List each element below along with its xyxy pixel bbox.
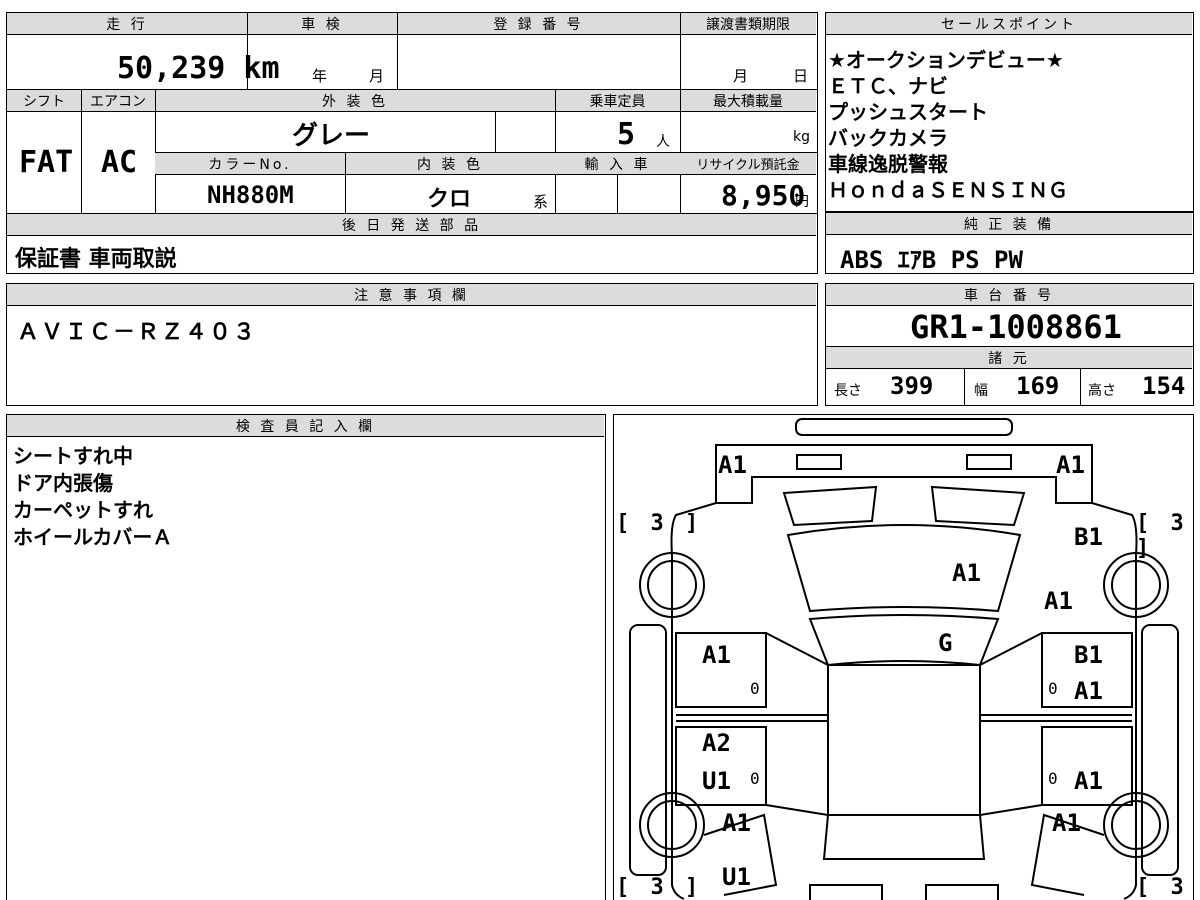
- width-value: 169: [1016, 372, 1060, 400]
- interior-suffix: 系: [533, 193, 549, 211]
- ac-label: エアコン: [81, 90, 155, 112]
- inspection-label: 車 検: [247, 13, 397, 35]
- maxload-unit: kg: [793, 129, 810, 145]
- notes-label: 注 意 事 項 欄: [7, 284, 816, 306]
- capacity-unit: 人: [656, 134, 670, 150]
- recycle-unit: 円: [795, 194, 809, 210]
- sales-line-3: プッシュスタート: [828, 100, 988, 124]
- vehicle-info-table: 走 行 車 検 登 録 番 号 譲渡書類期限 50,239 km 年 月 月 日…: [6, 12, 818, 274]
- mark-rear-left: A1: [722, 809, 751, 837]
- mark-door-rear-left-2: U1: [702, 767, 731, 795]
- notes-box: 注 意 事 項 欄 ＡＶＩＣ－ＲＺ４０３: [6, 283, 818, 406]
- mark-front-right: A1: [1056, 451, 1085, 479]
- height-label: 高さ: [1088, 383, 1116, 399]
- mark-door-rear-right: A1: [1074, 767, 1103, 795]
- shift-label: シフト: [7, 90, 81, 112]
- exterior-label: 外 装 色: [155, 90, 555, 112]
- car-diagram-box: A1 A1 [ 3 ] [ 3 ] B1 A1 A1 G A1 B1 0 0 A…: [613, 414, 1194, 900]
- width-label: 幅: [974, 383, 988, 399]
- inspector-line-2: ドア内張傷: [13, 471, 113, 495]
- later-parts-value: 保証書 車両取説: [15, 247, 177, 272]
- mark-hood: A1: [952, 559, 981, 587]
- mark-rear-right: A1: [1052, 809, 1081, 837]
- inspector-line-1: シートすれ中: [13, 444, 133, 468]
- recycle-value: 8,950: [721, 179, 806, 212]
- equipment-label: 純 正 装 備: [826, 213, 1192, 235]
- recycle-label: リサイクル預託金: [680, 153, 816, 175]
- equipment-value: ABS ｴｱB PS PW: [840, 246, 1023, 274]
- mark-front-left: A1: [718, 451, 747, 479]
- zero-front-left: 0: [750, 679, 760, 698]
- zero-rear-left: 0: [750, 769, 760, 788]
- height-value: 154: [1142, 372, 1186, 400]
- exterior-value: グレー: [292, 121, 371, 151]
- inspector-label: 検 査 員 記 入 欄: [7, 415, 604, 437]
- later-parts-label: 後 日 発 送 部 品: [7, 214, 816, 236]
- inspector-box: 検 査 員 記 入 欄 シートすれ中 ドア内張傷 カーペットすれ ホイールカバー…: [6, 414, 606, 900]
- zero-front-right: 0: [1048, 679, 1058, 698]
- interior-label: 内 装 色: [345, 153, 555, 175]
- mark-fender-right: B1: [1074, 523, 1103, 551]
- inspection-year: 年: [312, 67, 328, 85]
- mileage-label: 走 行: [7, 13, 247, 35]
- length-label: 長さ: [834, 383, 862, 399]
- registration-label: 登 録 番 号: [397, 13, 680, 35]
- sales-line-1: ★オークションデビュー★: [828, 48, 1064, 72]
- mark-door-front-right-1: B1: [1074, 641, 1103, 669]
- mark-fender-right-2: A1: [1044, 587, 1073, 615]
- mileage-value: 50,239 km: [117, 51, 280, 86]
- mark-rear-bottom: U1: [722, 863, 751, 891]
- transfer-month: 月: [733, 67, 749, 85]
- chassis-box: 車 台 番 号 GR1-1008861 諸 元 長さ 399 幅 169 高さ …: [825, 283, 1194, 406]
- sales-label: セールスポイント: [826, 13, 1192, 35]
- sales-line-5: 車線逸脱警報: [828, 152, 948, 176]
- bracket-bottom-right: [ 3 ]: [1136, 875, 1188, 900]
- inspector-line-4: ホイールカバーＡ: [13, 525, 173, 549]
- mark-door-front-right-2: A1: [1074, 677, 1103, 705]
- mark-door-rear-left-1: A2: [702, 729, 731, 757]
- import-label: 輸 入 車: [555, 153, 680, 175]
- shift-value: FAT: [19, 145, 74, 180]
- ac-value: AC: [101, 145, 138, 180]
- transfer-label: 譲渡書類期限: [680, 13, 816, 35]
- notes-value: ＡＶＩＣ－ＲＺ４０３: [17, 320, 258, 345]
- color-no-label: カラーNo.: [155, 153, 345, 175]
- bracket-bottom-left: [ 3 ]: [616, 875, 703, 900]
- equipment-box: 純 正 装 備 ABS ｴｱB PS PW: [825, 212, 1194, 274]
- bracket-top-right: [ 3 ]: [1136, 511, 1188, 561]
- sales-line-4: バックカメラ: [828, 126, 948, 150]
- bracket-top-left: [ 3 ]: [616, 511, 703, 536]
- inspection-month: 月: [369, 67, 385, 85]
- mark-door-front-left: A1: [702, 641, 731, 669]
- sales-points-box: セールスポイント ★オークションデビュー★ ＥＴＣ、ナビ プッシュスタート バッ…: [825, 12, 1194, 212]
- maxload-label: 最大積載量: [680, 90, 816, 112]
- zero-rear-right: 0: [1048, 769, 1058, 788]
- sales-line-6: ＨｏｎｄａＳＥＮＳＩＮＧ: [828, 178, 1068, 202]
- mark-windshield: G: [938, 629, 953, 657]
- capacity-label: 乗車定員: [555, 90, 680, 112]
- chassis-label: 車 台 番 号: [826, 284, 1192, 306]
- chassis-value: GR1-1008861: [910, 308, 1122, 346]
- length-value: 399: [890, 372, 934, 400]
- transfer-day: 日: [793, 67, 809, 85]
- inspector-line-3: カーペットすれ: [13, 498, 153, 522]
- capacity-value: 5: [617, 117, 636, 152]
- interior-value: クロ: [427, 187, 472, 212]
- sales-line-2: ＥＴＣ、ナビ: [828, 74, 948, 98]
- spec-label: 諸 元: [826, 347, 1192, 369]
- color-no-value: NH880M: [207, 181, 294, 209]
